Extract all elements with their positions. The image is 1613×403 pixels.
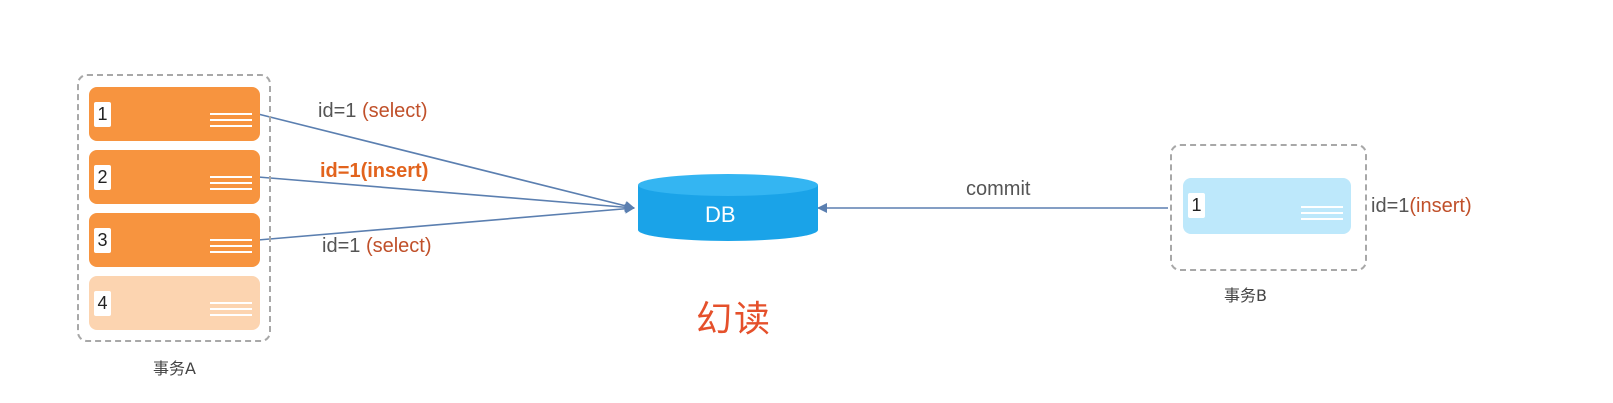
row-lines-icon [210,239,252,259]
edge-label-op: (select) [361,100,428,122]
edge-label-key: id=1 [322,235,366,257]
arrow-row2-to-db [257,176,635,213]
phantom-read-diagram: 1 2 3 4 事务A id=1 (select) id=1(insert) i… [0,0,1613,403]
row-lines-icon [210,176,252,196]
row-number-badge: 1 [1188,193,1205,218]
row-number-badge: 4 [94,291,111,316]
row-lines-icon [210,113,252,133]
row-number-badge: 2 [94,165,111,190]
arrow-row3-to-db [257,203,635,241]
edge-label-commit: commit [966,178,1031,200]
edge-label-op: (select) [365,235,432,257]
transaction-a-row-3: 3 [89,213,260,267]
transaction-a-row-2: 2 [89,150,260,204]
edge-label-key: id=1 [320,160,361,182]
row-number-badge: 3 [94,228,111,253]
transaction-a-row-1: 1 [89,87,260,141]
edge-label-op: (insert) [360,160,429,182]
transaction-b-label: 事务B [1224,286,1267,305]
transaction-b-row-1: 1 [1183,178,1351,234]
arrow-row1-to-db [257,113,635,211]
edge-label-key: id=1 [318,100,362,122]
edge-label-row3: id=1 (select) [322,235,432,258]
database-label: DB [705,202,736,227]
edge-label-row2: id=1(insert) [320,160,428,183]
transaction-b-insert-label: id=1(insert) [1371,195,1472,218]
row-number-badge: 1 [94,102,111,127]
diagram-caption: 幻读 [696,299,773,340]
transaction-a-row-4: 4 [89,276,260,330]
transaction-a-label: 事务A [153,359,196,378]
row-lines-icon [1301,206,1343,226]
edge-label-row1: id=1 (select) [318,100,428,123]
row-lines-icon [210,302,252,322]
edge-label-key: id=1 [1371,195,1410,217]
edge-label-op: (insert) [1409,195,1472,217]
